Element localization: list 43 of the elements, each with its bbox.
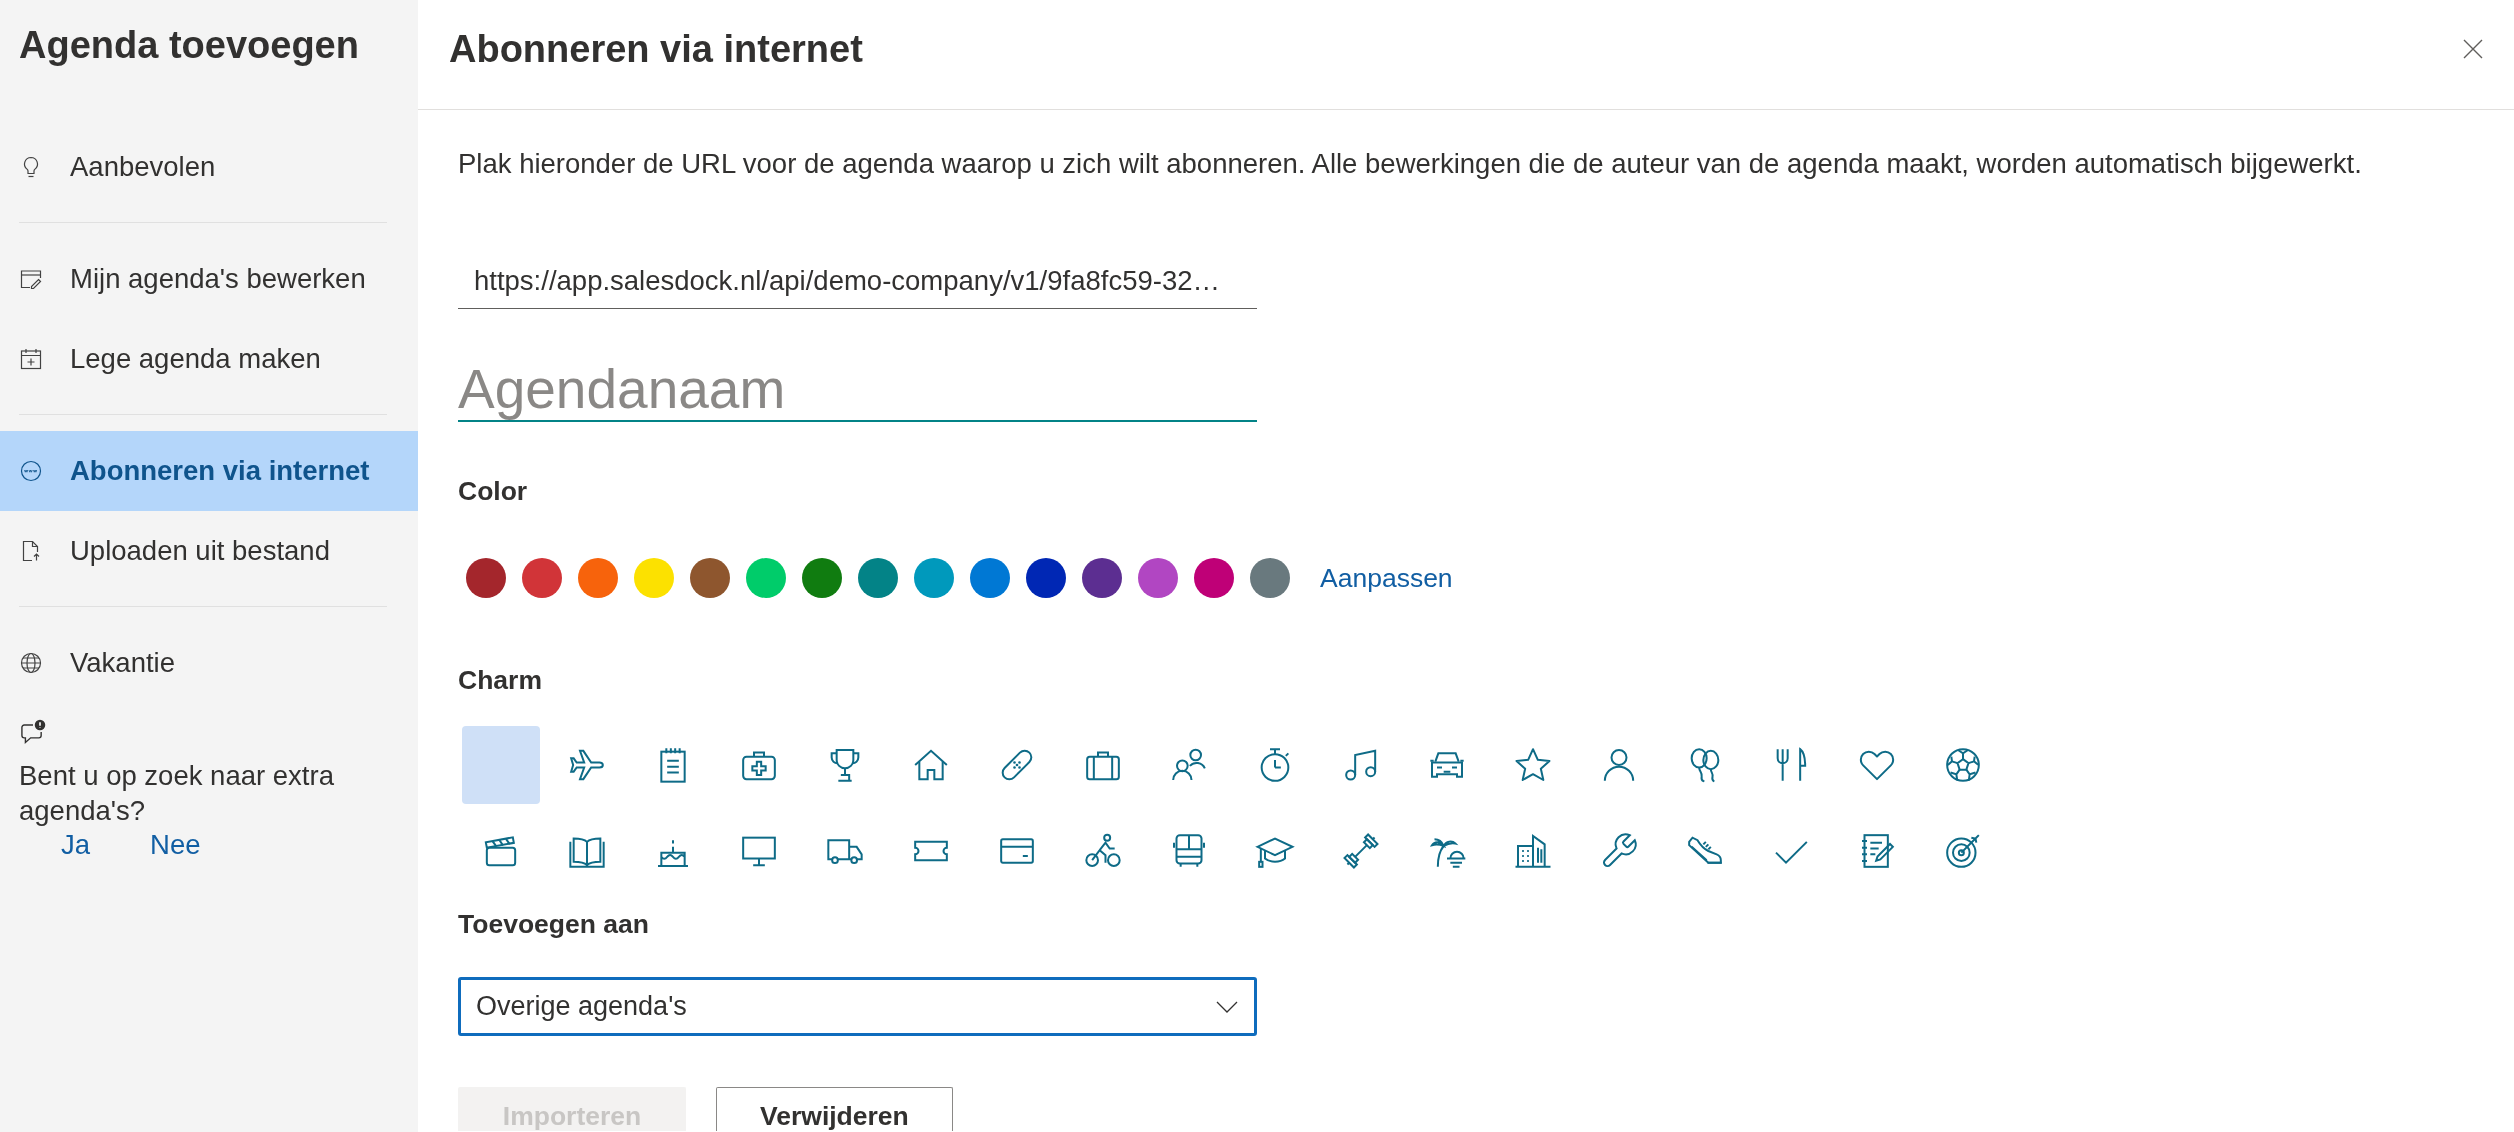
calendar-dropdown[interactable]: Overige agenda's [458, 977, 1257, 1036]
sidebar-item[interactable]: Abonneren via internet [0, 431, 418, 511]
color-label: Color [458, 475, 528, 508]
sidebar-title: Agenda toevoegen [19, 23, 359, 67]
color-swatch-icon[interactable] [1026, 558, 1066, 598]
sidebar-item[interactable]: Uploaden uit bestand [0, 511, 418, 591]
remove-button[interactable]: Verwijderen [716, 1087, 953, 1131]
color-swatch-icon[interactable] [690, 558, 730, 598]
answer-link[interactable]: Ja [61, 828, 91, 862]
color-swatch-icon[interactable] [858, 558, 898, 598]
panel-title: Abonneren via internet [449, 26, 863, 71]
url-input-field[interactable]: https://app.salesdock.nl/api/demo-company/v1/9fa8fc59-32… [458, 253, 1257, 309]
sidebar-item[interactable]: Aanbevolen [0, 127, 418, 207]
color-swatch-icon[interactable] [1082, 558, 1122, 598]
answer-link[interactable]: Nee [150, 828, 201, 862]
color-swatch-icon[interactable] [578, 558, 618, 598]
calendar-name-field[interactable]: Agendanaam [458, 358, 1257, 422]
buildings-icon [1513, 831, 1553, 871]
sidebar-item[interactable]: Vakantie [0, 623, 418, 703]
color-swatch-icon[interactable] [1194, 558, 1234, 598]
chat-alert-icon [19, 718, 47, 746]
feedback-question: Bent u op zoek naar extra agenda's? [19, 759, 335, 828]
sidebar-item[interactable]: Lege agenda maken [0, 319, 418, 399]
globe-icon [19, 651, 43, 675]
sidebar-item[interactable]: Mijn agenda's bewerken [0, 239, 418, 319]
color-swatch-icon[interactable] [466, 558, 506, 598]
color-swatch-icon[interactable] [522, 558, 562, 598]
charm-label: Charm [458, 664, 542, 697]
color-swatch-icon[interactable] [1138, 558, 1178, 598]
color-swatch-icon[interactable] [802, 558, 842, 598]
www-circle-icon [19, 459, 43, 483]
calendar-edit-icon [19, 267, 43, 291]
soccer-ball-icon [1943, 745, 1983, 785]
color-swatch-icon[interactable] [970, 558, 1010, 598]
color-swatch-icon[interactable] [634, 558, 674, 598]
color-swatch-icon[interactable] [914, 558, 954, 598]
color-swatch-icon[interactable] [746, 558, 786, 598]
description-text: Plak hieronder de URL voor de agenda waarop u zich wilt abonneren. Alle bewerkingen die de auteur van de agenda maakt, worden automatisch bijgewerkt. [458, 147, 2362, 181]
add-to-label: Toevoegen aan [458, 908, 649, 941]
color-swatch-icon[interactable] [1250, 558, 1290, 598]
dumbbell-icon [1341, 831, 1381, 871]
calendar-add-icon [19, 347, 43, 371]
customize-link[interactable]: Aanpassen [1320, 561, 1453, 595]
